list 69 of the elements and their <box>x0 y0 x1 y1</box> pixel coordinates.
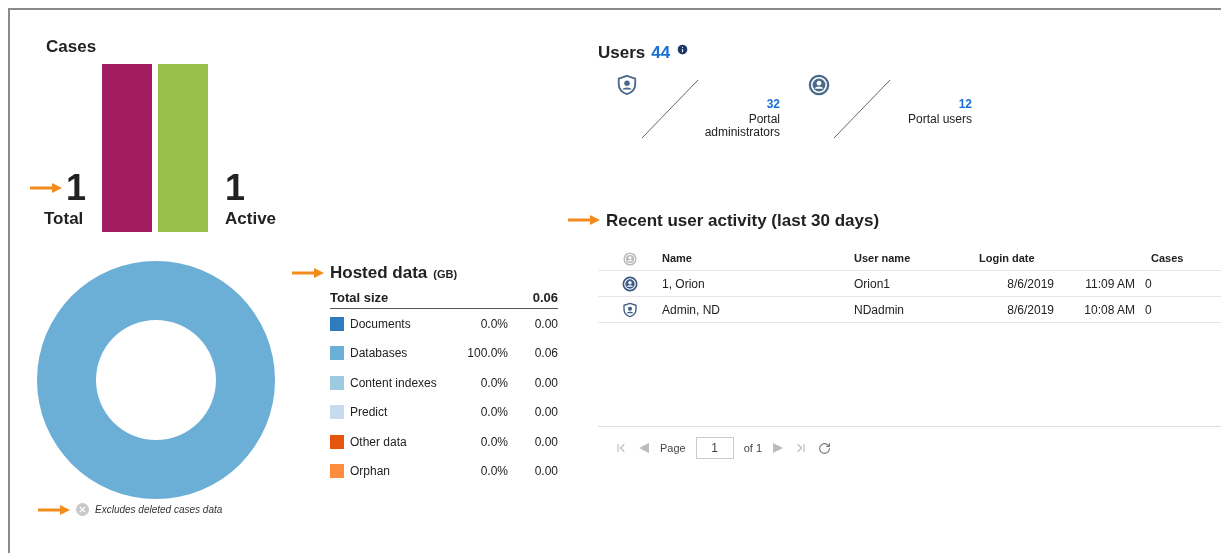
user-circle-icon <box>623 251 637 266</box>
footnote: Excludes deleted cases data <box>95 503 223 517</box>
stat-label: Total <box>44 208 84 230</box>
legend-percent: 0.0% <box>479 315 508 333</box>
section-title: Users <box>598 42 646 64</box>
legend-percent: 0.0% <box>479 463 508 481</box>
user-circle-icon <box>808 73 830 96</box>
table-cell-text: 10:08 AM <box>1083 301 1136 319</box>
table-cell-text: 1, Orion <box>662 275 706 293</box>
refresh-icon[interactable] <box>818 441 832 455</box>
page-count: of 1 <box>743 440 763 456</box>
table-cell-text: 0 <box>1145 275 1152 293</box>
arrow-icon <box>30 183 62 193</box>
table-cell-text: Admin, ND <box>662 301 721 319</box>
legend-percent: 0.0% <box>479 374 508 392</box>
table-cell-text: Orion1 <box>854 275 892 293</box>
page-label: Page <box>660 440 686 456</box>
arrow-icon <box>568 215 600 226</box>
total-value: 0.06 <box>532 288 558 307</box>
legend-value: 0.00 <box>533 463 558 481</box>
info-icon[interactable] <box>676 43 690 57</box>
close-circle-icon <box>76 503 89 516</box>
legend-percent: 100.0% <box>466 345 508 363</box>
legend-label: Predict <box>350 404 389 422</box>
section-title: Cases <box>46 36 98 58</box>
diagonal-line <box>640 77 700 140</box>
column-header: User name <box>854 251 912 267</box>
shield-user-icon <box>622 301 638 318</box>
column-header: Login date <box>979 251 1036 267</box>
users-count: 44 <box>651 42 671 64</box>
legend-value: 0.00 <box>533 433 558 451</box>
column-header: Cases <box>1151 251 1184 267</box>
stat-value: 1 <box>66 170 87 206</box>
stat-value: 1 <box>225 170 246 206</box>
total-label: Total size <box>330 288 389 307</box>
first-page-icon[interactable] <box>614 441 628 455</box>
section-title: Recent user activity (last 30 days) <box>606 209 880 232</box>
next-page-icon[interactable] <box>772 442 785 454</box>
stat-label: Active <box>225 208 277 230</box>
table-cell-text: 11:09 AM <box>1084 275 1136 293</box>
legend-percent: 0.0% <box>479 433 508 451</box>
group-label: Portal administrators <box>703 112 780 139</box>
legend-value: 0.06 <box>533 345 558 363</box>
table-cell-text: 8/6/2019 <box>1006 275 1054 293</box>
table-cell-text: NDadmin <box>854 301 905 319</box>
legend-label: Databases <box>350 345 409 363</box>
legend-label: Orphan <box>350 463 392 481</box>
page-input[interactable]: 1 <box>695 437 734 459</box>
shield-user-icon <box>616 73 638 96</box>
table-cell-text: 0 <box>1145 301 1152 319</box>
user-circle-icon <box>622 275 638 292</box>
legend-value: 0.00 <box>533 404 558 422</box>
arrow-icon <box>38 504 70 515</box>
group-label: Portal users <box>906 112 972 126</box>
legend-value: 0.00 <box>533 374 558 392</box>
legend-value: 0.00 <box>533 315 558 333</box>
legend-label: Documents <box>350 315 412 333</box>
table-cell-text: 8/6/2019 <box>1006 301 1054 319</box>
legend-percent: 0.0% <box>479 404 508 422</box>
arrow-icon <box>292 267 324 278</box>
previous-page-icon[interactable] <box>638 442 650 454</box>
legend-label: Other data <box>350 433 408 451</box>
diagonal-line <box>832 77 892 140</box>
group-count: 12 <box>958 97 972 111</box>
legend-label: Content indexes <box>350 374 438 392</box>
column-header: Name <box>662 251 693 267</box>
group-count: 32 <box>766 97 780 111</box>
section-title: Hosted data <box>330 262 428 284</box>
unit-label: (GB) <box>433 267 458 282</box>
